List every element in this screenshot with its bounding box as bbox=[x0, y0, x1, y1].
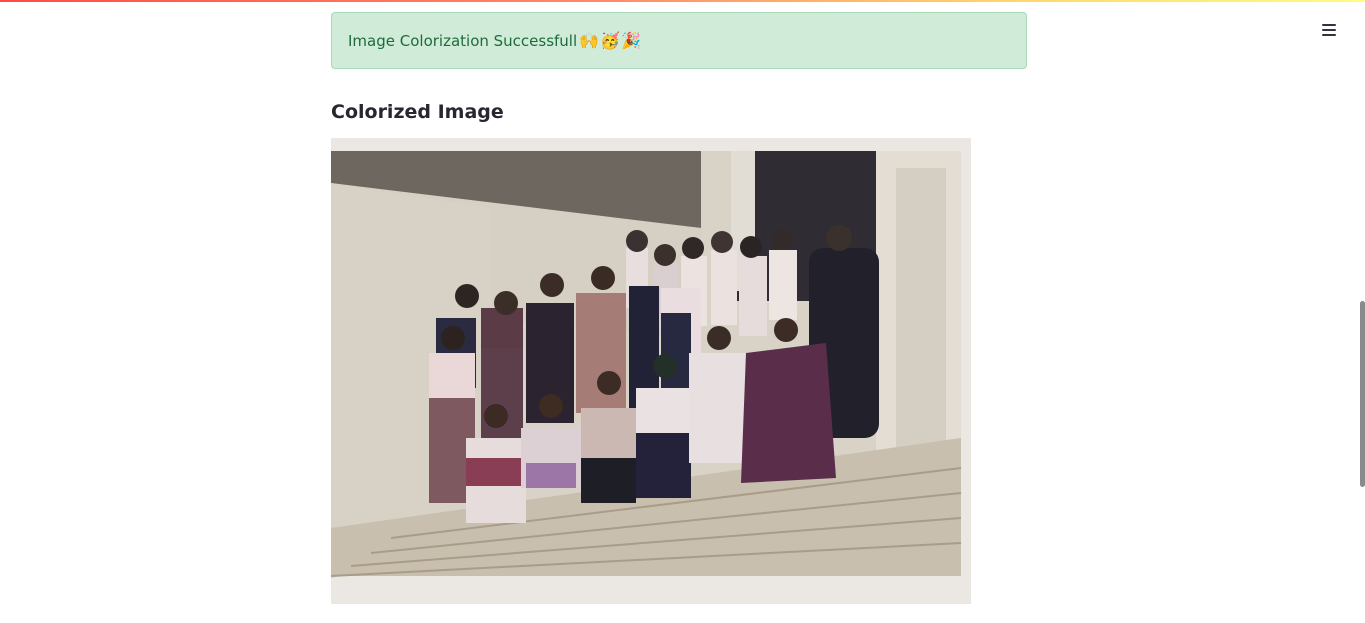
colorized-image bbox=[331, 138, 971, 604]
top-decoration-bar bbox=[0, 0, 1365, 2]
hamburger-icon bbox=[1322, 24, 1336, 36]
page-scrollbar-thumb[interactable] bbox=[1360, 301, 1365, 487]
main-menu-button[interactable] bbox=[1317, 18, 1341, 42]
success-alert: Image Colorization Successfull 🙌🥳🎉 bbox=[331, 12, 1027, 69]
colorized-photo-illustration bbox=[331, 138, 971, 604]
alert-message: Image Colorization Successfull bbox=[348, 31, 578, 50]
colorized-image-title: Colorized Image bbox=[331, 101, 504, 123]
alert-emojis: 🙌🥳🎉 bbox=[579, 31, 642, 50]
